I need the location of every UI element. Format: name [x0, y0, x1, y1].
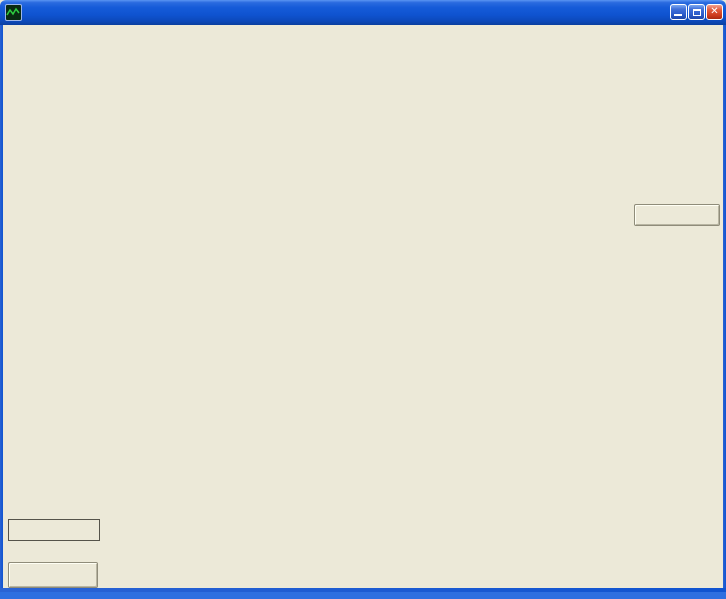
maximize-icon	[693, 9, 701, 16]
close-button[interactable]: ✕	[706, 4, 723, 20]
app-icon	[5, 4, 22, 21]
close-icon: ✕	[710, 6, 718, 17]
x-axis-title	[8, 519, 100, 541]
min-max-avg-button[interactable]	[8, 562, 98, 588]
window-border-left	[0, 25, 3, 588]
minimize-icon	[674, 14, 682, 16]
menu-bar	[3, 25, 723, 41]
graph-viewer-window: ✕	[0, 0, 726, 599]
maximize-button[interactable]	[688, 4, 705, 20]
show-all-button[interactable]	[634, 204, 720, 226]
taskbar	[0, 592, 726, 599]
dyno-chart	[98, 71, 640, 485]
minimize-button[interactable]	[670, 4, 687, 20]
title-bar	[0, 0, 726, 25]
